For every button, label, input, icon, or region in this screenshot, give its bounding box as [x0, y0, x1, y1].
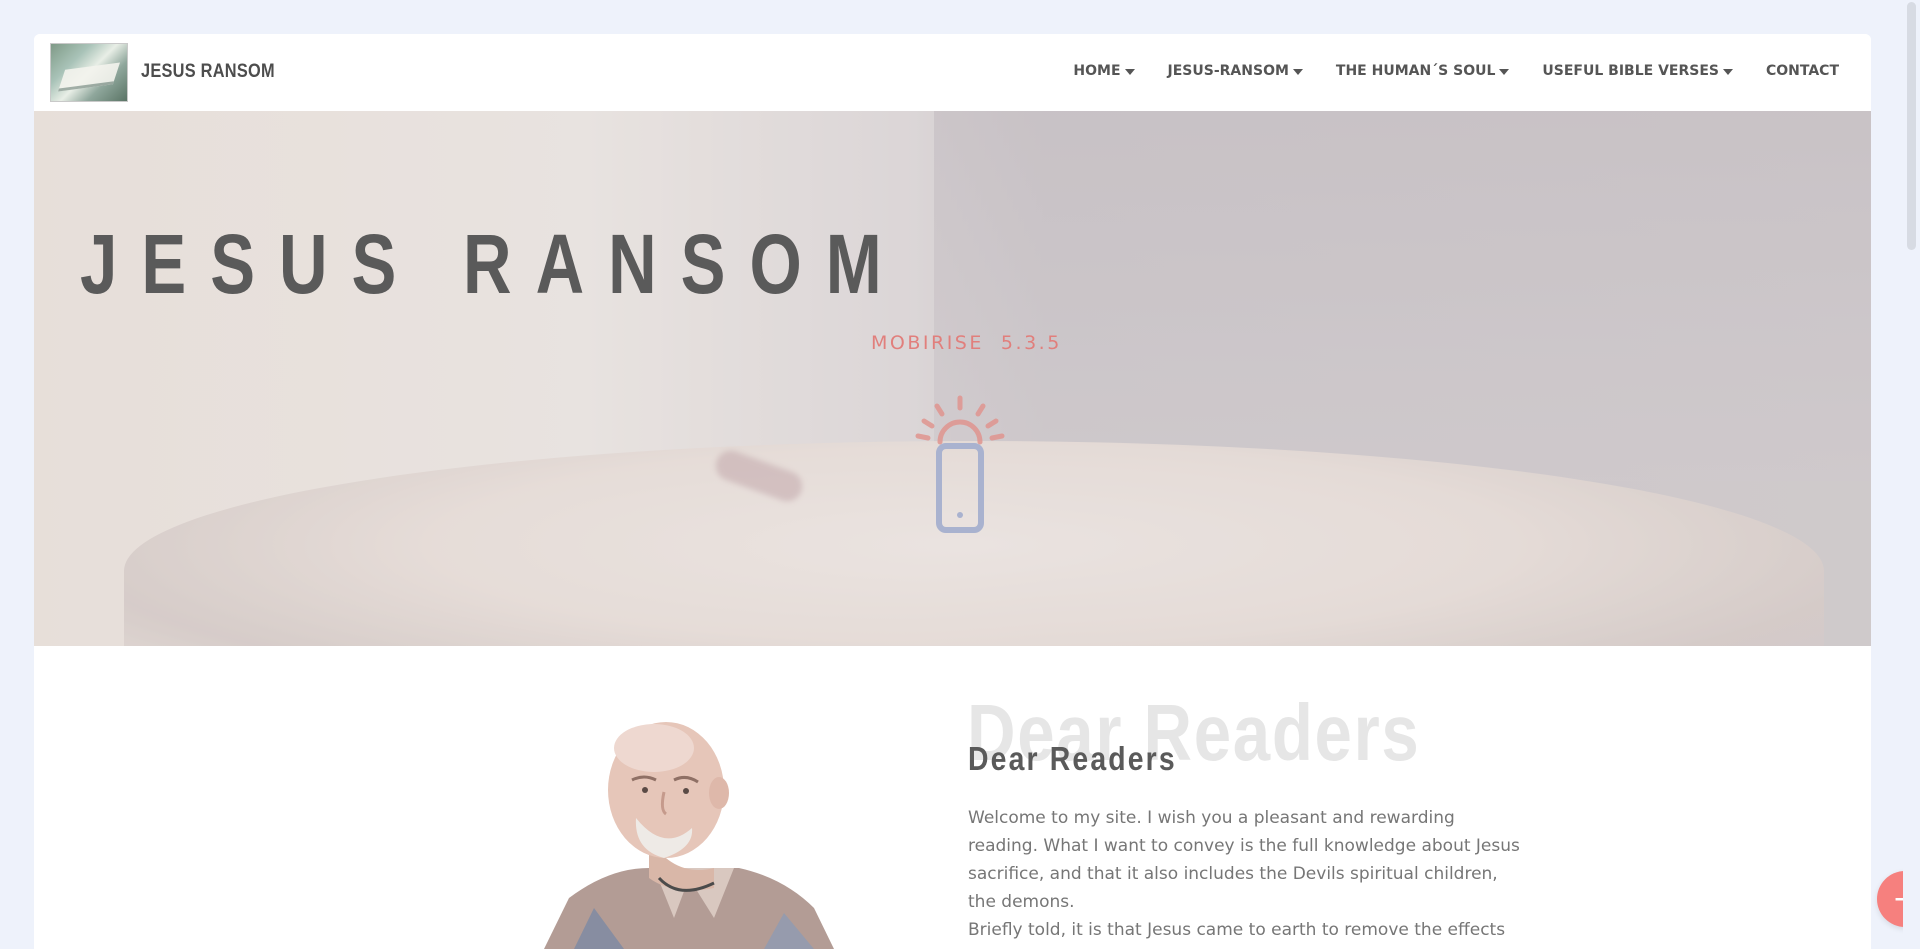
nav-item-label: HOME	[1073, 63, 1121, 79]
scrollbar-thumb[interactable]	[1907, 2, 1916, 250]
nav-item-label: THE HUMAN´S SOUL	[1335, 63, 1496, 79]
nav-item-label: JESUS-RANSOM	[1167, 63, 1289, 79]
nav-menu: HOME JESUS-RANSOM THE HUMAN´S SOUL USEFU…	[1040, 63, 1839, 79]
nav-item-home[interactable]: HOME	[1073, 63, 1135, 79]
nav-item-label: USEFUL BIBLE VERSES	[1542, 63, 1719, 79]
nav-item-useful-bible-verses[interactable]: USEFUL BIBLE VERSES	[1542, 63, 1733, 79]
page-scrollbar[interactable]	[1903, 0, 1920, 949]
nav-item-contact[interactable]: CONTACT	[1766, 63, 1839, 79]
intro-text: Welcome to my site. I wish you a pleasan…	[968, 804, 1528, 944]
caret-down-icon	[1722, 68, 1733, 75]
loading-overlay	[34, 111, 1871, 646]
section-heading: Dear Readers	[968, 740, 1177, 777]
nav-item-jesus-ransom[interactable]: JESUS-RANSOM	[1168, 63, 1303, 79]
nav-item-label: CONTACT	[1765, 63, 1839, 79]
page-container: JESUS RANSOM HOME JESUS-RANSOM THE HUMAN…	[34, 34, 1871, 949]
caret-down-icon	[1499, 68, 1510, 75]
intro-paragraph: Briefly told, it is that Jesus came to e…	[968, 920, 1506, 940]
navbar: JESUS RANSOM HOME JESUS-RANSOM THE HUMAN…	[34, 34, 1871, 111]
author-portrait	[544, 722, 834, 949]
nav-item-humans-soul[interactable]: THE HUMAN´S SOUL	[1336, 63, 1510, 79]
logo-image[interactable]	[50, 43, 128, 102]
loader-text: MOBIRISE 5.3.5	[871, 332, 1062, 354]
book-icon	[58, 62, 120, 92]
phone-notification-icon	[915, 395, 1005, 533]
hero-section: JESUS RANSOM MOBIRISE 5.3.5	[34, 111, 1871, 646]
intro-paragraph: Welcome to my site. I wish you a pleasan…	[968, 808, 1520, 912]
brand-name[interactable]: JESUS RANSOM	[141, 61, 275, 83]
hero-title: JESUS RANSOM	[80, 217, 906, 311]
caret-down-icon	[1292, 68, 1303, 75]
caret-down-icon	[1124, 68, 1135, 75]
